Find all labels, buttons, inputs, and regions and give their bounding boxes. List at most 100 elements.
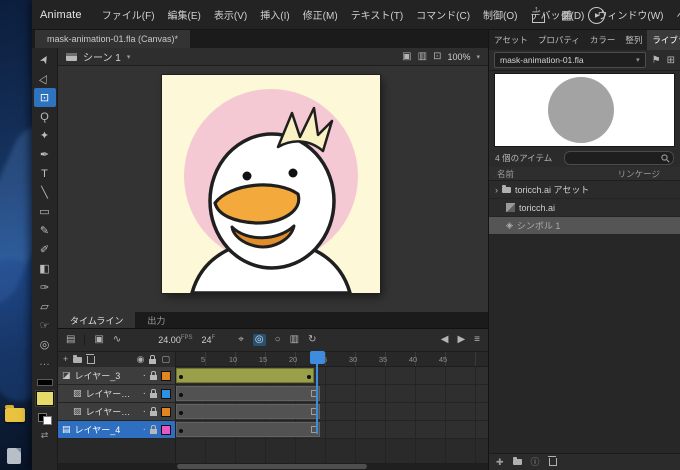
zoom-chevron-icon[interactable]: ▾ [476, 53, 480, 61]
lock-column-icon[interactable] [149, 359, 156, 364]
tab-properties[interactable]: プロパティ [533, 30, 585, 50]
layer-lock-icon[interactable] [150, 375, 157, 380]
stage-pasteboard[interactable] [58, 66, 488, 312]
camera-icon[interactable]: ▣ [402, 51, 411, 62]
layer-outline-color[interactable] [161, 389, 171, 399]
tab-library[interactable]: ライブラリ [647, 30, 680, 50]
library-item-graphic[interactable]: toricch.ai [489, 199, 680, 217]
layer-name[interactable]: レイヤー_3 [75, 369, 139, 382]
delete-layer-icon[interactable] [87, 356, 95, 364]
graph-editor-icon[interactable]: ∿ [113, 335, 121, 345]
menu-edit[interactable]: 編集(E) [168, 7, 201, 22]
layers-icon[interactable]: ▤ [66, 335, 75, 345]
frame-span[interactable] [176, 404, 320, 419]
layer-frames[interactable] [176, 385, 488, 402]
keyframe-dot[interactable] [179, 375, 183, 379]
layer-name-cell[interactable]: ▨ レイヤー… · [58, 385, 176, 402]
selection-tool[interactable]: ➤ [34, 50, 56, 69]
frame-span[interactable] [176, 422, 320, 437]
scene-breadcrumb[interactable]: シーン 1 [83, 49, 121, 64]
pencil-tool[interactable]: ✎ [34, 221, 56, 240]
zoom-level[interactable]: 100% [447, 52, 470, 62]
column-name[interactable]: 名前 [497, 168, 514, 180]
layer-visibility-dot[interactable]: · [143, 406, 146, 417]
library-document-select[interactable]: mask-animation-01.fla ▾ [494, 52, 646, 68]
pen-tool[interactable]: ✒ [34, 145, 56, 164]
timeline-menu-icon[interactable]: ≡ [474, 335, 480, 345]
more-tools-button[interactable]: … [34, 354, 56, 370]
tab-color[interactable]: カラー [585, 30, 621, 50]
library-item-symbol[interactable]: ◈ シンボル 1 [489, 217, 680, 235]
play-icon[interactable]: ▶ [457, 335, 465, 345]
layer-outline-color[interactable] [161, 371, 171, 381]
tab-timeline[interactable]: タイムライン [58, 312, 135, 328]
subselection-tool[interactable]: ▷ [34, 69, 56, 88]
brush-tool[interactable]: ✐ [34, 240, 56, 259]
free-transform-tool[interactable]: ⊡ [34, 88, 56, 107]
rectangle-tool[interactable]: ▭ [34, 202, 56, 221]
library-search[interactable] [564, 151, 674, 165]
layer-frames[interactable] [176, 421, 488, 438]
library-item-folder[interactable]: › toricch.ai アセット [489, 181, 680, 199]
add-layer-icon[interactable]: + [63, 355, 68, 364]
keyframe-dot[interactable] [179, 411, 183, 415]
layer-visibility-dot[interactable]: · [143, 370, 146, 381]
layer-frames[interactable] [176, 403, 488, 420]
timeline-horizontal-scrollbar[interactable] [58, 463, 488, 470]
menu-window[interactable]: ウィンドウ(W) [597, 7, 663, 22]
layer-name-cell[interactable]: ▨ レイヤー… · [58, 403, 176, 420]
pin-library-icon[interactable]: ⚑ [652, 55, 661, 66]
line-tool[interactable]: ╲ [34, 183, 56, 202]
menu-insert[interactable]: 挿入(I) [260, 7, 289, 22]
share-icon[interactable]: ↑ [532, 14, 545, 23]
layer-name[interactable]: レイヤー… [86, 405, 139, 418]
item-properties-icon[interactable]: ⓘ [531, 458, 540, 467]
layer-visibility-dot[interactable]: · [143, 388, 146, 399]
stroke-color-swatch[interactable] [37, 379, 53, 386]
lasso-tool[interactable]: Ǫ [34, 107, 56, 126]
onion-skin-outline-icon[interactable]: ○ [275, 335, 281, 345]
scrollbar-thumb[interactable] [177, 464, 367, 469]
layer-visibility-dot[interactable]: · [143, 424, 146, 435]
add-camera-icon[interactable]: ▣ [94, 335, 103, 345]
default-colors-chip[interactable] [38, 413, 52, 425]
keyframe-dot[interactable] [179, 429, 183, 433]
layer-name[interactable]: レイヤー… [86, 387, 139, 400]
add-folder-icon[interactable] [73, 357, 82, 363]
current-frame[interactable]: 24F [202, 335, 216, 345]
test-movie-icon[interactable]: ▶ [588, 7, 605, 24]
library-item-label[interactable]: toricch.ai [519, 203, 555, 213]
paint-bucket-tool[interactable]: ◧ [34, 259, 56, 278]
menu-file[interactable]: ファイル(F) [102, 7, 155, 22]
playhead-handle[interactable] [310, 351, 325, 364]
document-tab[interactable]: mask-animation-01.fla (Canvas)* [35, 30, 190, 48]
menu-control[interactable]: 制御(O) [483, 7, 517, 22]
menu-commands[interactable]: コマンド(C) [416, 7, 470, 22]
frame-ruler[interactable]: 5 10 15 20 25 30 35 40 45 [176, 352, 488, 367]
tab-output[interactable]: 出力 [135, 312, 177, 328]
column-linkage[interactable]: リンケージ [618, 168, 660, 180]
loop-icon[interactable]: ↻ [308, 335, 316, 345]
eyedropper-tool[interactable]: ✑ [34, 278, 56, 297]
clip-content-icon[interactable]: ▥ [418, 51, 427, 62]
frame-span[interactable] [176, 386, 320, 401]
menu-view[interactable]: 表示(V) [214, 7, 247, 22]
layer-name[interactable]: レイヤー_4 [75, 423, 139, 436]
new-library-panel-icon[interactable]: ⊞ [667, 55, 675, 66]
desktop-file-icon[interactable] [7, 448, 21, 464]
layer-outline-color[interactable] [161, 425, 171, 435]
workspace-icon[interactable]: ▦ [561, 9, 572, 21]
menu-help[interactable]: ヘルプ(H) [677, 7, 680, 22]
keyframe-dot[interactable] [179, 393, 183, 397]
layer-outline-color[interactable] [161, 407, 171, 417]
center-stage-icon[interactable]: ⊡ [433, 51, 441, 62]
zoom-tool[interactable]: ◎ [34, 335, 56, 354]
hand-tool[interactable]: ☞ [34, 316, 56, 335]
layer-frames[interactable] [176, 367, 488, 384]
layer-lock-icon[interactable] [150, 429, 157, 434]
text-tool[interactable]: T [34, 164, 56, 183]
magic-wand-tool[interactable]: ✦ [34, 126, 56, 145]
delete-item-icon[interactable] [549, 458, 557, 466]
center-frame-icon[interactable]: ⌖ [238, 335, 244, 345]
eye-column-icon[interactable]: ◉ [137, 355, 145, 364]
